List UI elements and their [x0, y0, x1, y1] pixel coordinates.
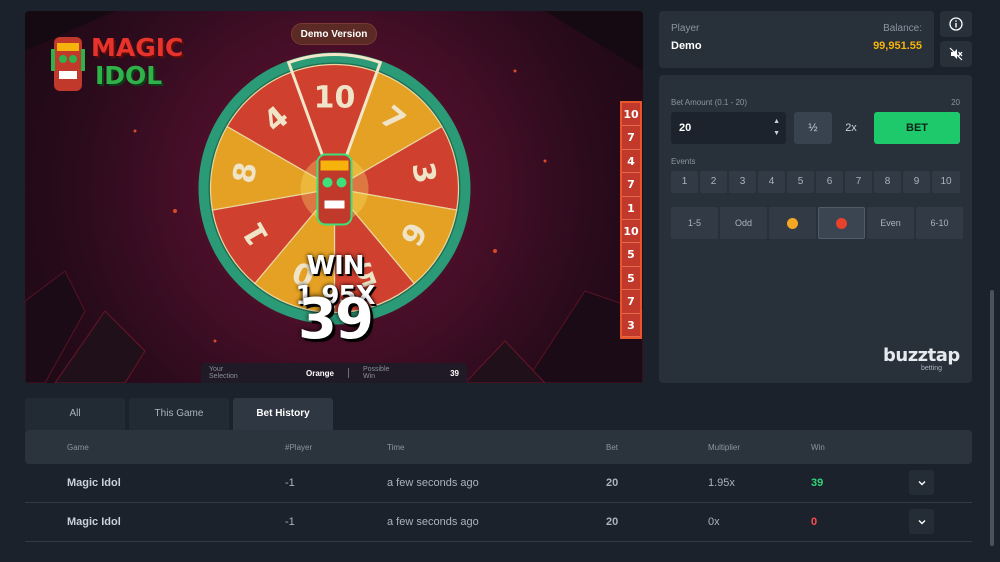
bet-amount-value: 20	[679, 122, 692, 134]
table-row: Magic Idol -1 a few seconds ago 20 0x 0	[25, 503, 972, 542]
balance-value: 99,951.55	[873, 40, 922, 52]
demo-version-badge: Demo Version	[291, 23, 377, 45]
event-1[interactable]: 1	[671, 171, 698, 193]
event-5[interactable]: 5	[787, 171, 814, 193]
cell-game: Magic Idol	[67, 477, 121, 489]
half-bet-button[interactable]: ½	[794, 112, 832, 144]
events-grid: 1 2 3 4 5 6 7 8 9 10	[671, 171, 960, 193]
option-orange[interactable]	[769, 207, 816, 239]
event-7[interactable]: 7	[845, 171, 872, 193]
event-10[interactable]: 10	[932, 171, 960, 193]
selection-bar: Your Selection Orange Possible Win 39	[201, 363, 467, 383]
wheel-segment-label: 10	[314, 81, 356, 116]
cell-player: -1	[285, 516, 295, 528]
option-odd[interactable]: Odd	[720, 207, 767, 239]
cell-game: Magic Idol	[67, 516, 121, 528]
header-bet: Bet	[606, 442, 619, 452]
event-9[interactable]: 9	[903, 171, 930, 193]
buzztap-sublogo: betting	[921, 365, 943, 372]
tab-bet-history[interactable]: Bet History	[233, 398, 333, 430]
bet-amount-label: Bet Amount (0.1 - 20)	[671, 98, 748, 107]
history-result: 5	[622, 267, 640, 291]
event-8[interactable]: 8	[874, 171, 901, 193]
bet-max-value: 20	[951, 98, 960, 107]
cell-player: -1	[285, 477, 295, 489]
red-dot-icon	[836, 217, 847, 229]
history-result: 10	[622, 103, 640, 127]
double-bet-button[interactable]: 2x	[832, 112, 870, 144]
table-header: Game #Player Time Bet Multiplier Win	[25, 430, 972, 464]
bet-history-table: Game #Player Time Bet Multiplier Win Mag…	[25, 430, 972, 542]
orange-dot-icon	[787, 217, 798, 229]
info-button[interactable]	[940, 11, 972, 37]
your-selection-value: Orange	[305, 368, 334, 378]
header-game: Game	[67, 442, 89, 452]
your-selection-label: Your Selection	[209, 366, 238, 380]
game-canvas[interactable]: MAGIC IDOL Demo Version 10 7 3 6 5 0 1 8 4 WIN 1…	[25, 11, 643, 383]
player-info: Player Demo Balance: 99,951.55	[659, 11, 934, 68]
event-4[interactable]: 4	[758, 171, 785, 193]
chevron-down-icon	[918, 480, 925, 485]
cell-multiplier: 1.95x	[708, 477, 735, 489]
tab-this-game[interactable]: This Game	[129, 398, 229, 430]
history-result: 5	[622, 243, 640, 267]
header-time: Time	[387, 442, 405, 452]
cell-bet: 20	[606, 516, 619, 528]
bet-amount-input[interactable]: 20 ▲ ▼	[671, 112, 786, 144]
option-range-high[interactable]: 6-10	[916, 207, 963, 239]
result-history-strip: 10 7 4 7 1 10 5 5 7 3	[620, 101, 642, 339]
cell-time: a few seconds ago	[387, 477, 479, 489]
events-label: Events	[671, 157, 696, 166]
possible-win-label: Possible Win	[362, 366, 390, 380]
header-win: Win	[811, 442, 825, 452]
header-multiplier: Multiplier	[708, 442, 741, 452]
sound-toggle-button[interactable]	[940, 41, 972, 67]
win-result-number: 39	[298, 287, 374, 352]
history-result: 7	[622, 290, 640, 314]
decrement-arrow-icon[interactable]: ▼	[773, 128, 780, 140]
place-bet-button[interactable]: BET	[874, 112, 960, 144]
chevron-down-icon	[918, 519, 925, 524]
bet-options: 1-5 Odd Even 6-10	[671, 207, 963, 239]
info-icon	[949, 17, 963, 31]
history-result: 7	[622, 126, 640, 150]
balance-label: Balance:	[883, 23, 922, 34]
expand-row-button[interactable]	[909, 470, 934, 495]
tab-all[interactable]: All	[25, 398, 125, 430]
cell-time: a few seconds ago	[387, 516, 479, 528]
table-row: Magic Idol -1 a few seconds ago 20 1.95x…	[25, 464, 972, 503]
game-logo: MAGIC IDOL	[51, 33, 184, 97]
history-result: 3	[622, 314, 640, 337]
expand-row-button[interactable]	[909, 509, 934, 534]
cell-win: 0	[811, 516, 818, 528]
divider	[348, 368, 349, 378]
option-range-low[interactable]: 1-5	[671, 207, 718, 239]
page-scrollbar[interactable]	[990, 290, 994, 546]
cell-bet: 20	[606, 477, 619, 489]
possible-win-value: 39	[450, 368, 459, 378]
logo-word-magic: MAGIC	[91, 33, 184, 62]
buzztap-logo: buzztap	[883, 345, 960, 366]
option-red[interactable]	[818, 207, 865, 239]
history-result: 1	[622, 197, 640, 220]
bet-panel: Bet Amount (0.1 - 20) 20 20 ▲ ▼ ½ 2x BET…	[659, 75, 972, 383]
history-result: 7	[622, 173, 640, 197]
logo-word-idol: IDOL	[95, 61, 163, 90]
event-6[interactable]: 6	[816, 171, 843, 193]
history-result: 10	[622, 220, 640, 244]
event-3[interactable]: 3	[729, 171, 756, 193]
history-tabs: All This Game Bet History	[25, 398, 333, 430]
header-player: #Player	[285, 442, 313, 452]
cell-multiplier: 0x	[708, 516, 720, 528]
increment-arrow-icon[interactable]: ▲	[773, 116, 780, 128]
sound-off-icon	[949, 47, 963, 61]
cell-win: 39	[811, 477, 824, 489]
tiki-mask-icon	[51, 37, 85, 91]
option-even[interactable]: Even	[867, 207, 914, 239]
history-result: 4	[622, 150, 640, 174]
event-2[interactable]: 2	[700, 171, 727, 193]
